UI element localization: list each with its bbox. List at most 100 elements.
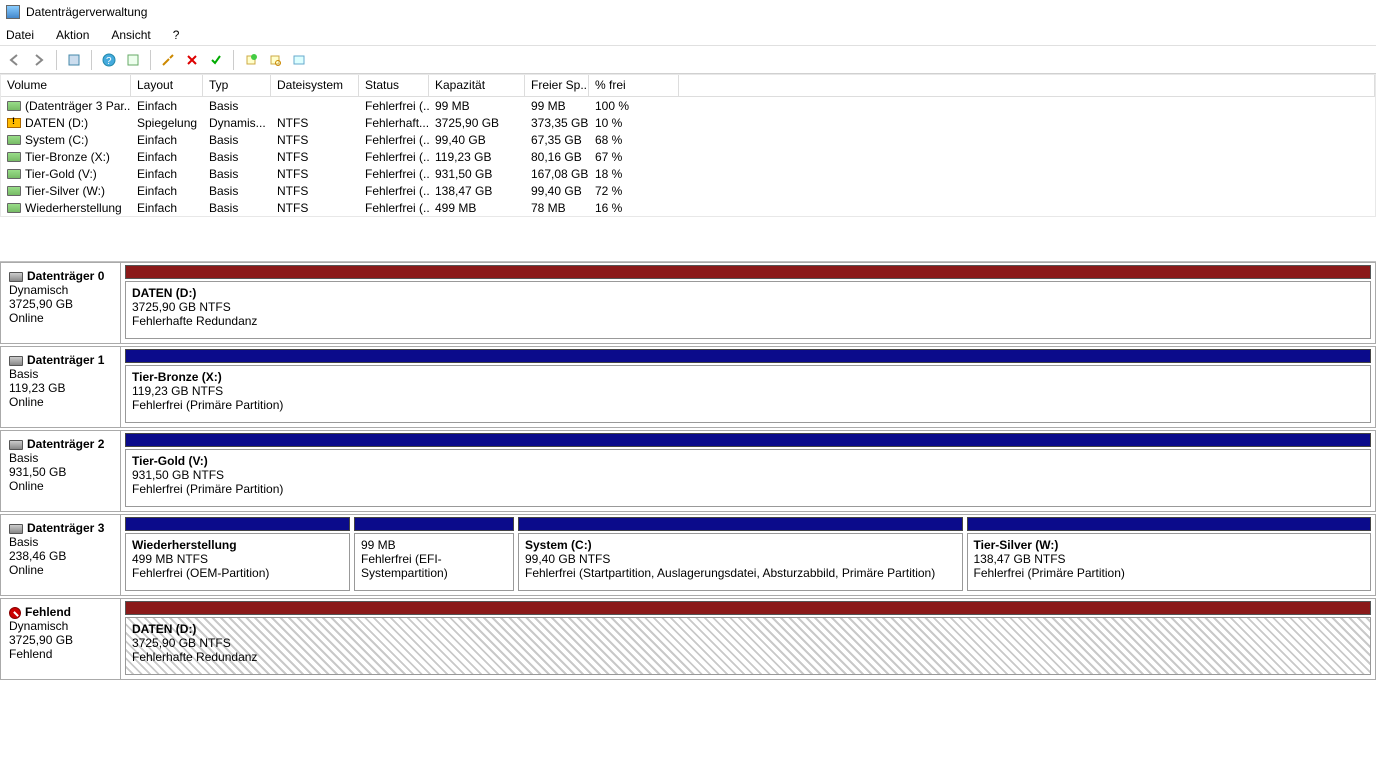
volume-pct: 16 % (589, 201, 679, 215)
volume-cap: 99 MB (429, 99, 525, 113)
volume-status: Fehlerfrei (... (359, 150, 429, 164)
volume-icon (7, 203, 21, 213)
volume-icon (7, 101, 21, 111)
disk-icon (9, 356, 23, 366)
volume-layout: Einfach (131, 99, 203, 113)
partition-status: Fehlerhafte Redundanz (132, 650, 1364, 664)
list-icon[interactable] (288, 49, 310, 71)
disk-name: Fehlend (25, 605, 71, 619)
volume-free: 373,35 GB (525, 116, 589, 130)
volume-name: Wiederherstellung (25, 201, 122, 215)
col-typ[interactable]: Typ (203, 75, 271, 96)
find-icon[interactable] (264, 49, 286, 71)
disk-size: 119,23 GB (9, 381, 112, 395)
svg-text:?: ? (106, 56, 112, 67)
disk-row: Datenträger 0 Dynamisch 3725,90 GB Onlin… (0, 262, 1376, 344)
volume-fs: NTFS (271, 116, 359, 130)
new-icon[interactable] (240, 49, 262, 71)
disk-name: Datenträger 2 (27, 437, 104, 451)
partition-title: Tier-Silver (W:) (974, 538, 1365, 552)
disk-row: Datenträger 2 Basis 931,50 GB OnlineTier… (0, 430, 1376, 512)
disk-type: Basis (9, 451, 112, 465)
disk-label[interactable]: Datenträger 1 Basis 119,23 GB Online (1, 347, 121, 427)
col-layout[interactable]: Layout (131, 75, 203, 96)
volume-icon (7, 118, 21, 128)
refresh-icon[interactable] (122, 49, 144, 71)
disk-icon (9, 524, 23, 534)
settings-icon[interactable] (157, 49, 179, 71)
disk-status: Online (9, 563, 112, 577)
volume-layout: Einfach (131, 201, 203, 215)
partition[interactable]: Tier-Gold (V:) 931,50 GB NTFS Fehlerfrei… (125, 449, 1371, 507)
disk-status: Fehlend (9, 647, 112, 661)
disk-icon (9, 272, 23, 282)
disk-label[interactable]: Fehlend Dynamisch 3725,90 GB Fehlend (1, 599, 121, 679)
menu-help[interactable]: ? (171, 26, 182, 43)
partition[interactable]: System (C:)99,40 GB NTFS Fehlerfrei (Sta… (518, 533, 963, 591)
volume-status: Fehlerhaft... (359, 116, 429, 130)
disk-icon (9, 607, 21, 619)
title-bar: Datenträgerverwaltung (0, 0, 1376, 24)
disk-band (125, 433, 1371, 447)
help-icon[interactable]: ? (98, 49, 120, 71)
disk-band (125, 265, 1371, 279)
partition[interactable]: Wiederherstellung499 MB NTFS Fehlerfrei … (125, 533, 350, 591)
col-fs[interactable]: Dateisystem (271, 75, 359, 96)
separator (150, 50, 151, 70)
col-volume[interactable]: Volume (1, 75, 131, 96)
volume-layout: Einfach (131, 133, 203, 147)
volume-row[interactable]: System (C:)EinfachBasisNTFSFehlerfrei (.… (1, 131, 1375, 148)
forward-button[interactable] (28, 49, 50, 71)
disk-partitions: DATEN (D:) 3725,90 GB NTFS Fehlerhafte R… (121, 599, 1375, 679)
disk-row: Datenträger 1 Basis 119,23 GB OnlineTier… (0, 346, 1376, 428)
col-pct[interactable]: % frei (589, 75, 679, 96)
volume-layout: Einfach (131, 184, 203, 198)
volume-status: Fehlerfrei (... (359, 167, 429, 181)
volume-free: 67,35 GB (525, 133, 589, 147)
partition-size: 119,23 GB NTFS (132, 384, 1364, 398)
disk-size: 238,46 GB (9, 549, 112, 563)
volume-table: Volume Layout Typ Dateisystem Status Kap… (0, 74, 1376, 217)
back-button[interactable] (4, 49, 26, 71)
partition[interactable]: Tier-Bronze (X:) 119,23 GB NTFS Fehlerfr… (125, 365, 1371, 423)
partition-title: Wiederherstellung (132, 538, 343, 552)
partition[interactable]: Tier-Silver (W:)138,47 GB NTFS Fehlerfre… (967, 533, 1372, 591)
volume-typ: Basis (203, 201, 271, 215)
volume-icon (7, 169, 21, 179)
partition[interactable]: 99 MB Fehlerfrei (EFI-Systempartition) (354, 533, 514, 591)
col-status[interactable]: Status (359, 75, 429, 96)
menu-view[interactable]: Ansicht (109, 26, 152, 43)
volume-row[interactable]: Tier-Silver (W:)EinfachBasisNTFSFehlerfr… (1, 182, 1375, 199)
volume-row[interactable]: (Datenträger 3 Par...EinfachBasisFehlerf… (1, 97, 1375, 114)
checkmark-icon[interactable] (205, 49, 227, 71)
volume-cap: 119,23 GB (429, 150, 525, 164)
separator (91, 50, 92, 70)
volume-row[interactable]: WiederherstellungEinfachBasisNTFSFehlerf… (1, 199, 1375, 216)
volume-row[interactable]: Tier-Bronze (X:)EinfachBasisNTFSFehlerfr… (1, 148, 1375, 165)
volume-row[interactable]: Tier-Gold (V:)EinfachBasisNTFSFehlerfrei… (1, 165, 1375, 182)
col-cap[interactable]: Kapazität (429, 75, 525, 96)
volume-layout: Einfach (131, 150, 203, 164)
disk-band (125, 349, 1371, 363)
disk-status: Online (9, 311, 112, 325)
partition[interactable]: DATEN (D:) 3725,90 GB NTFS Fehlerhafte R… (125, 617, 1371, 675)
volume-pct: 68 % (589, 133, 679, 147)
partition[interactable]: DATEN (D:) 3725,90 GB NTFS Fehlerhafte R… (125, 281, 1371, 339)
toolbar-btn-1[interactable] (63, 49, 85, 71)
delete-icon[interactable] (181, 49, 203, 71)
disk-partitions: Tier-Gold (V:) 931,50 GB NTFS Fehlerfrei… (121, 431, 1375, 511)
col-free[interactable]: Freier Sp... (525, 75, 589, 96)
disk-label[interactable]: Datenträger 0 Dynamisch 3725,90 GB Onlin… (1, 263, 121, 343)
disk-label[interactable]: Datenträger 2 Basis 931,50 GB Online (1, 431, 121, 511)
disk-icon (9, 440, 23, 450)
disk-type: Dynamisch (9, 619, 112, 633)
volume-typ: Basis (203, 184, 271, 198)
menu-action[interactable]: Aktion (54, 26, 91, 43)
volume-fs: NTFS (271, 201, 359, 215)
volume-row[interactable]: DATEN (D:)SpiegelungDynamis...NTFSFehler… (1, 114, 1375, 131)
menu-file[interactable]: Datei (4, 26, 36, 43)
partition-size: 99 MB (361, 538, 507, 552)
disk-label[interactable]: Datenträger 3 Basis 238,46 GB Online (1, 515, 121, 595)
volume-typ: Dynamis... (203, 116, 271, 130)
disk-name: Datenträger 3 (27, 521, 104, 535)
